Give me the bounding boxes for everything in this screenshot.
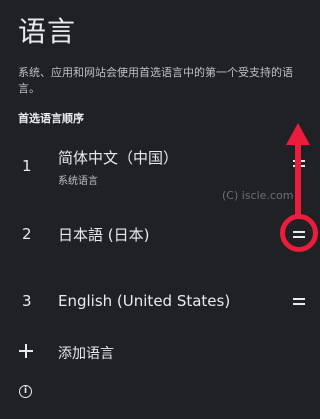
page-description: 系统、应用和网站会使用首选语言中的第一个受支持的语言。 [18, 66, 293, 95]
red-arrow-up-annotation [286, 123, 310, 218]
language-item[interactable]: 2 日本語 (日本) [0, 220, 320, 270]
plus-icon [19, 344, 33, 358]
language-order-number: 3 [22, 292, 32, 310]
language-name: English (United States) [58, 292, 231, 310]
language-name: 日本語 (日本) [58, 226, 150, 244]
drag-handle-icon[interactable] [293, 298, 305, 305]
page-title: 语言 [18, 15, 77, 48]
language-item[interactable]: 1 简体中文（中国） 系统语言 [0, 145, 320, 195]
language-item[interactable]: 3 English (United States) [0, 290, 320, 340]
arrow-shaft [295, 141, 301, 216]
add-language-button[interactable]: 添加语言 [0, 340, 320, 370]
red-circle-highlight [280, 214, 318, 252]
language-order-number: 1 [22, 157, 32, 175]
language-name: 简体中文（中国） [58, 149, 179, 167]
info-icon[interactable]: i [19, 385, 32, 398]
watermark: (C) iscle.com [222, 189, 294, 202]
section-header: 首选语言顺序 [18, 112, 84, 125]
language-subtitle: 系统语言 [58, 176, 98, 187]
add-language-label: 添加语言 [58, 346, 114, 362]
language-order-number: 2 [22, 225, 32, 243]
